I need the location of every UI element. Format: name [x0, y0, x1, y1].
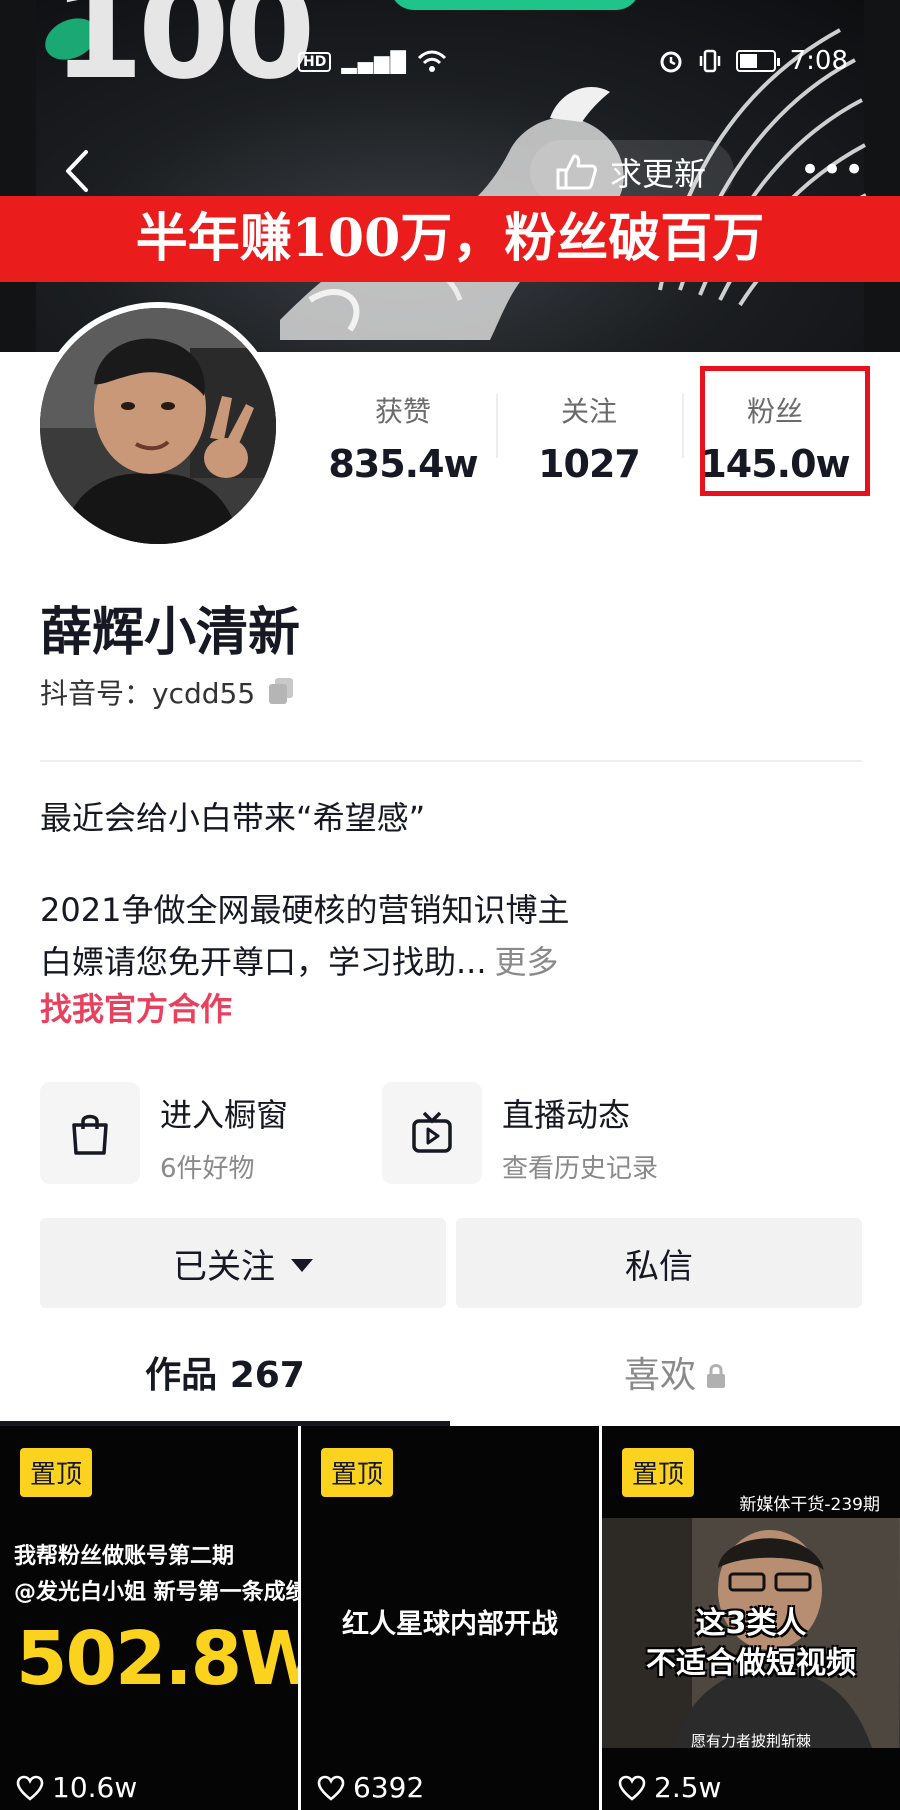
status-bar: HD ▂▄▆█ 7:08 — [0, 46, 900, 86]
copy-icon[interactable] — [267, 678, 295, 706]
alarm-icon — [660, 51, 682, 73]
stat-likes[interactable]: 获赞 835.4w — [310, 380, 496, 490]
video-likes-count: 10.6w — [52, 1771, 138, 1804]
shopping-bag-icon — [40, 1082, 140, 1184]
video-caption-line: 不适合做短视频 — [646, 1646, 856, 1681]
profile-bio: 最近会给小白带来“希望感” 2021争做全网最硬核的营销知识博主 白嫖请您免开尊… — [40, 792, 860, 988]
douyin-id-label: 抖音号： — [40, 677, 153, 710]
video-likes: 2.5w — [618, 1771, 721, 1804]
entry-showcase-subtitle: 6件好物 — [160, 1154, 255, 1184]
followers-highlight-box — [700, 366, 870, 496]
video-likes-count: 2.5w — [654, 1771, 722, 1804]
stat-likes-value: 835.4w — [328, 442, 478, 486]
profile-actions: 已关注 私信 — [40, 1218, 862, 1308]
thumb-point-icon — [556, 154, 597, 190]
video-caption-line: @发光白小姐 新号第一条成绩 — [14, 1580, 298, 1605]
video-footer-text: 愿有力者披荆斩棘 — [690, 1732, 811, 1750]
caret-down-icon — [291, 1258, 313, 1272]
banner-art-green — [390, 0, 640, 10]
profile-divider — [40, 760, 862, 762]
pinned-badge: 置顶 — [321, 1448, 394, 1497]
video-caption-number: 502.8W — [16, 1616, 298, 1702]
profile-nickname: 薛辉小清新 — [40, 603, 301, 663]
video-likes: 10.6w — [16, 1771, 137, 1804]
content-tabs: 作品 267 喜欢 — [0, 1330, 900, 1426]
douyin-id-row: 抖音号：ycdd55 — [40, 672, 295, 712]
hd-badge: HD — [298, 52, 332, 72]
avatar[interactable] — [34, 302, 282, 550]
following-label: 已关注 — [173, 1246, 275, 1287]
tab-liked[interactable]: 喜欢 — [450, 1330, 900, 1422]
bio-line-1: 最近会给小白带来“希望感” — [40, 799, 426, 837]
douyin-id-value: ycdd55 — [152, 677, 256, 710]
stat-following-value: 1027 — [538, 442, 641, 486]
headline-caption: 半年赚100万，粉丝破百万 — [0, 196, 900, 282]
pinned-badge: 置顶 — [20, 1448, 93, 1497]
vibrate-icon — [699, 49, 720, 73]
entry-live-subtitle: 查看历史记录 — [502, 1154, 659, 1184]
request-update-label: 求更新 — [610, 155, 707, 193]
bio-line-2: 2021争做全网最硬核的营销知识博主 — [40, 891, 570, 929]
heart-icon — [16, 1775, 44, 1801]
entry-live-history[interactable]: 直播动态 查看历史记录 — [382, 1082, 724, 1184]
entry-showcase-title: 进入橱窗 — [160, 1096, 289, 1134]
battery-icon — [735, 50, 780, 72]
video-tile[interactable]: 置顶 我帮粉丝做账号第二期 @发光白小姐 新号第一条成绩 502.8W 10.6… — [0, 1426, 298, 1810]
official-cooperation-link[interactable]: 找我官方合作 — [40, 984, 232, 1030]
stat-following[interactable]: 关注 1027 — [496, 380, 682, 490]
video-grid: 置顶 我帮粉丝做账号第二期 @发光白小姐 新号第一条成绩 502.8W 10.6… — [0, 1426, 900, 1810]
following-button[interactable]: 已关注 — [40, 1218, 446, 1308]
stat-following-label: 关注 — [560, 395, 617, 428]
video-likes: 6392 — [317, 1771, 424, 1804]
tab-works-label: 作品 267 — [145, 1355, 305, 1396]
battery-level — [739, 54, 758, 68]
message-button[interactable]: 私信 — [456, 1218, 862, 1308]
profile-entries: 进入橱窗 6件好物 直播动态 查看历史记录 — [40, 1082, 862, 1184]
bio-more-link[interactable]: 更多 — [495, 943, 559, 981]
tab-works[interactable]: 作品 267 — [0, 1330, 450, 1426]
clock: 7:08 — [789, 46, 848, 76]
video-likes-count: 6392 — [353, 1771, 425, 1804]
entry-live-title: 直播动态 — [502, 1096, 631, 1134]
video-tile[interactable]: 置顶 新媒体干货-239期 这3类人 不适合做短视频 愿有力者披荆斩棘 2.5w — [602, 1426, 900, 1810]
video-caption-line: 我帮粉丝做账号第二期 — [14, 1544, 235, 1569]
request-update-button[interactable]: 求更新 — [530, 140, 735, 204]
video-caption-line: 这3类人 — [695, 1606, 807, 1641]
avatar-photo — [40, 308, 276, 544]
tv-play-icon — [382, 1082, 482, 1184]
heart-icon — [317, 1775, 345, 1801]
video-caption-text: 红人星球内部开战 — [342, 1609, 558, 1640]
back-arrow-icon[interactable] — [60, 148, 94, 194]
signal-icon: ▂▄▆█ — [341, 50, 407, 74]
heart-icon — [618, 1775, 646, 1801]
message-label: 私信 — [625, 1246, 693, 1287]
video-series-label: 新媒体干货-239期 — [739, 1495, 880, 1515]
stat-likes-label: 获赞 — [374, 395, 431, 428]
more-options-icon[interactable]: ••• — [800, 150, 864, 190]
entry-showcase[interactable]: 进入橱窗 6件好物 — [40, 1082, 382, 1184]
bio-line-3: 白嫖请您免开尊口，学习找助... — [40, 943, 487, 981]
wifi-icon — [417, 50, 446, 72]
profile-banner: 100 HD ▂▄▆█ 7:08 求更新 ••• 半年赚100万，粉丝破百万 — [0, 0, 900, 352]
tab-liked-label: 喜欢 — [623, 1355, 696, 1396]
video-tile[interactable]: 置顶 红人星球内部开战 6392 — [301, 1426, 599, 1810]
pinned-badge: 置顶 — [622, 1448, 695, 1497]
lock-icon — [707, 1364, 725, 1388]
